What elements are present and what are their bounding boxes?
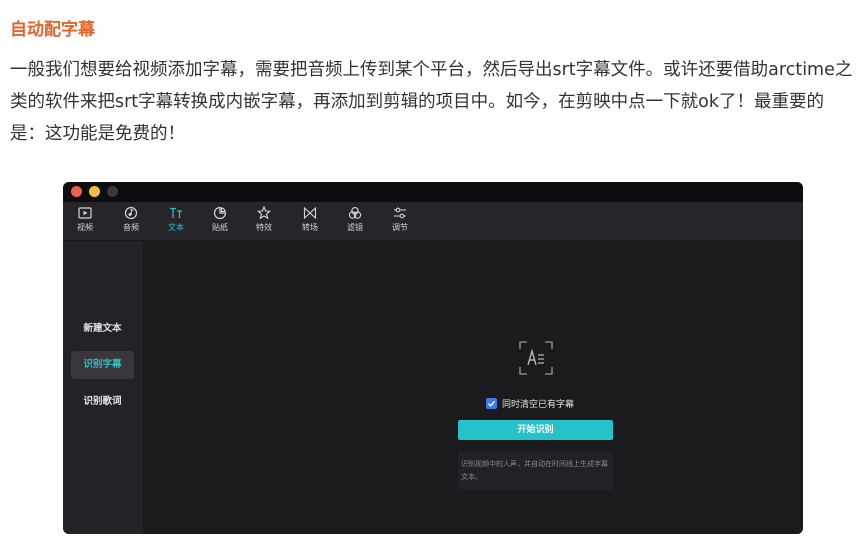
sidebar-item-recognize-lyrics[interactable]: 识别歌词 [71, 388, 134, 416]
tool-audio[interactable]: 音频 [116, 206, 146, 238]
text-icon [170, 207, 182, 218]
close-window-button[interactable] [71, 186, 82, 197]
clear-existing-subtitles-checkbox[interactable] [486, 397, 497, 409]
sidebar-item-new-text[interactable]: 新建文本 [71, 315, 134, 343]
tool-adjust[interactable]: 调节 [385, 206, 415, 238]
tool-label: 滤镜 [347, 223, 363, 232]
checkmark-icon [488, 400, 496, 407]
hint-box: 识别视频中的人声，并自动在时间线上生成字幕文本。 [458, 452, 613, 490]
video-icon [78, 207, 92, 219]
subtitle-recognition-icon [519, 341, 553, 375]
tool-label: 特效 [256, 223, 272, 232]
article-body: 一般我们想要给视频添加字幕，需要把音频上传到某个平台，然后导出srt字幕文件。或… [10, 60, 853, 144]
sticker-icon [213, 206, 227, 220]
start-recognition-button[interactable]: 开始识别 [458, 420, 613, 440]
app-window: 视频 音频 文本 贴纸 特效 转场 滤镜 调节 新建文本 识别字幕 识别歌词 同… [63, 182, 803, 534]
article-title: 自动配字幕 [10, 20, 95, 40]
hint-text: 识别视频中的人声，并自动在时间线上生成字幕文本。 [461, 460, 608, 481]
tool-label: 转场 [302, 223, 318, 232]
checkbox-label: 同时清空已有字幕 [502, 399, 575, 410]
tool-label: 文本 [168, 223, 184, 232]
maximize-window-button[interactable] [107, 186, 118, 197]
tool-label: 贴纸 [212, 223, 228, 232]
minimize-window-button[interactable] [89, 186, 100, 197]
tool-sticker[interactable]: 贴纸 [205, 206, 235, 238]
effects-icon [257, 206, 271, 220]
tool-label: 调节 [392, 223, 408, 232]
window-titlebar [63, 182, 803, 202]
tool-label: 音频 [123, 223, 139, 232]
tool-filter[interactable]: 滤镜 [340, 206, 370, 238]
sidebar-item-recognize-subtitles[interactable]: 识别字幕 [71, 351, 134, 379]
audio-icon [124, 206, 138, 220]
tool-transition[interactable]: 转场 [295, 206, 325, 238]
sidebar: 新建文本 识别字幕 识别歌词 [63, 241, 143, 534]
clear-existing-subtitles-option[interactable]: 同时清空已有字幕 [486, 396, 574, 410]
main-panel: 同时清空已有字幕 开始识别 识别视频中的人声，并自动在时间线上生成字幕文本。 [143, 241, 803, 534]
adjust-icon [394, 207, 406, 219]
toolbar: 视频 音频 文本 贴纸 特效 转场 滤镜 调节 [63, 202, 803, 241]
filter-icon [348, 207, 362, 219]
tool-label: 视频 [77, 223, 93, 232]
tool-effects[interactable]: 特效 [249, 206, 279, 238]
tool-video[interactable]: 视频 [70, 206, 100, 238]
tool-text[interactable]: 文本 [161, 206, 191, 238]
transition-icon [303, 206, 317, 220]
